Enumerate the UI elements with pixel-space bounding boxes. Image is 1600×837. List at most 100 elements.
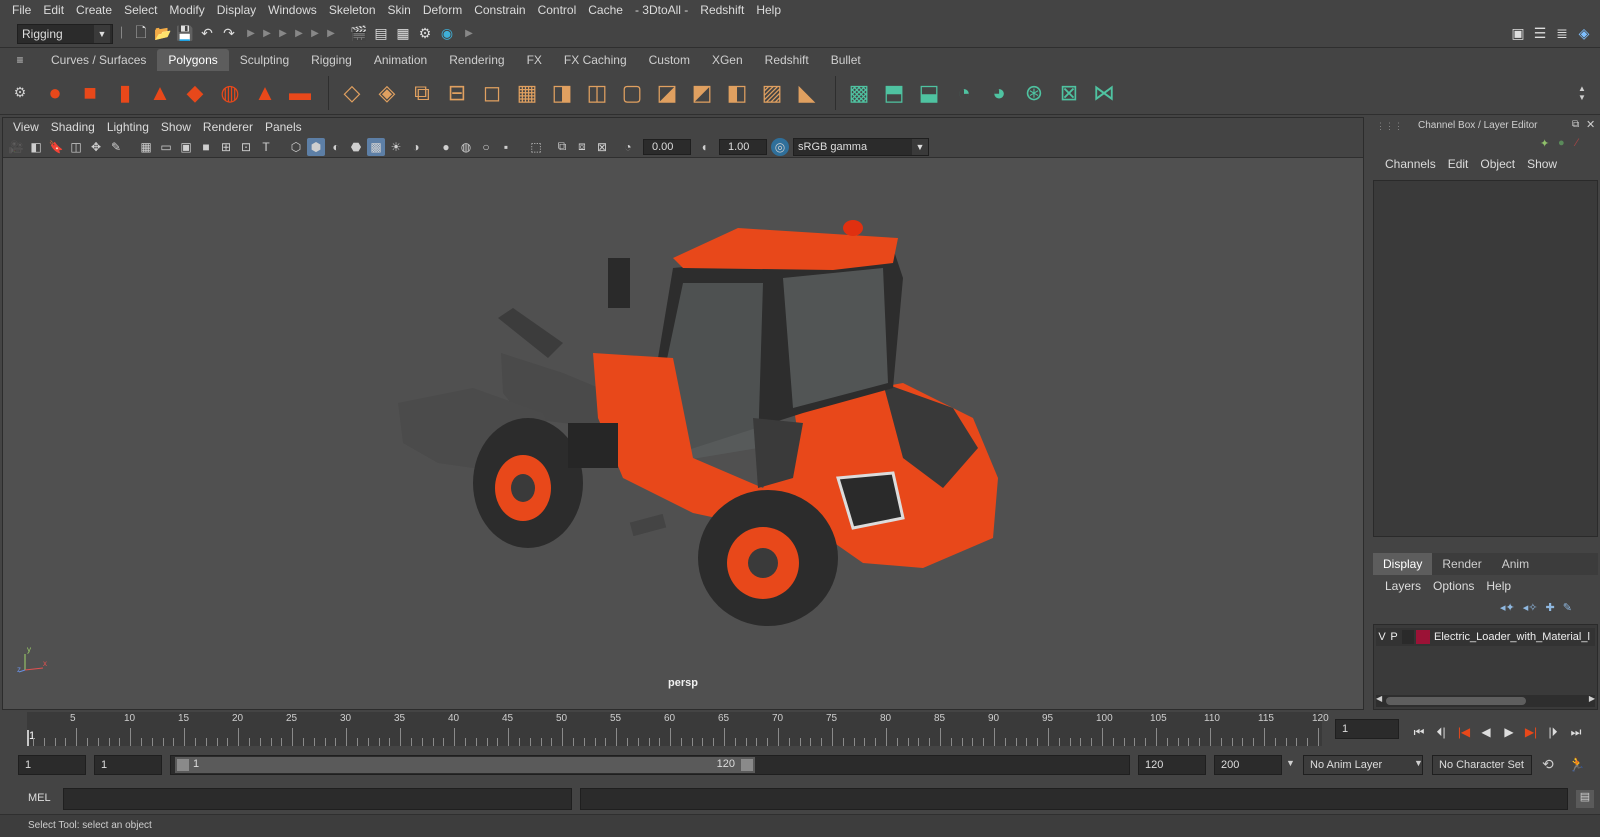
menu-edit[interactable]: Edit xyxy=(37,0,70,20)
poly-cube-icon[interactable]: ■ xyxy=(75,78,105,108)
step-back-key-icon[interactable]: |◀ xyxy=(1454,722,1474,742)
new-layer-selected-icon[interactable]: ✎ xyxy=(1563,601,1572,614)
collapse-handle-icon[interactable]: ▶ xyxy=(263,24,271,44)
move-layer-up-icon[interactable]: ◂✦ xyxy=(1500,601,1515,614)
move-layer-down-icon[interactable]: ◂✧ xyxy=(1523,601,1538,614)
layer-tab-render[interactable]: Render xyxy=(1432,553,1491,575)
render-settings-icon[interactable]: ⚙ xyxy=(415,24,435,44)
script-language-toggle[interactable]: MEL xyxy=(28,792,51,804)
shelf-tab-rigging[interactable]: Rigging xyxy=(300,49,363,71)
current-frame-field[interactable]: 1 xyxy=(1335,719,1399,739)
wireframe-on-shaded-icon[interactable]: ⬣ xyxy=(347,138,365,156)
screen-space-ao-icon[interactable]: ● xyxy=(437,138,455,156)
isolate-select-icon[interactable]: ⬚ xyxy=(527,138,545,156)
edge-loop-icon[interactable]: ◫ xyxy=(582,78,612,108)
layer-color-swatch[interactable] xyxy=(1416,630,1430,644)
depth-of-field-icon[interactable]: ▪ xyxy=(497,138,515,156)
automatic-map-icon[interactable]: ◕ xyxy=(984,78,1014,108)
collapse-handle-icon[interactable]: ▶ xyxy=(327,24,335,44)
color-management-icon[interactable]: ◎ xyxy=(771,137,789,156)
playback-start-field[interactable]: 1 xyxy=(94,755,162,775)
viewport-menu-lighting[interactable]: Lighting xyxy=(101,118,155,136)
viewport-menu-shading[interactable]: Shading xyxy=(45,118,101,136)
play-backwards-icon[interactable]: ◀ xyxy=(1476,722,1496,742)
camera-icon[interactable]: 🎥 xyxy=(7,138,25,156)
menu-3dtoall[interactable]: - 3DtoAll - xyxy=(629,0,694,20)
viewport-panel[interactable]: View Shading Lighting Show Renderer Panels 🎥 … xyxy=(2,117,1364,710)
viewport-menu-panels[interactable]: Panels xyxy=(259,118,308,136)
scene-canvas[interactable]: y x z xyxy=(3,158,1363,674)
go-to-end-icon[interactable]: ⏭ xyxy=(1566,722,1586,742)
shelf-tab-fx-caching[interactable]: FX Caching xyxy=(553,49,638,71)
shelf-tab-xgen[interactable]: XGen xyxy=(701,49,754,71)
go-to-start-icon[interactable]: ⏮ xyxy=(1409,722,1429,742)
time-ruler[interactable]: 1 5 10 15 20 25 30 35 40 45 50 55 60 65 70 75 80 85 90 95 1… xyxy=(27,712,1329,746)
animation-end-field[interactable]: 200 xyxy=(1214,755,1282,775)
shelf-tab-redshift[interactable]: Redshift xyxy=(754,49,820,71)
poly-torus-icon[interactable]: ◍ xyxy=(215,78,245,108)
separate-icon[interactable]: ◈ xyxy=(372,78,402,108)
layer-row[interactable]: V P Electric_Loader_with_Material_l xyxy=(1376,628,1595,646)
spherical-map-icon[interactable]: ◔ xyxy=(949,78,979,108)
render-view-icon[interactable]: 🎬 xyxy=(349,24,369,44)
step-back-frame-icon[interactable]: ⏴| xyxy=(1431,722,1451,742)
bridge-icon[interactable]: ⊟ xyxy=(442,78,472,108)
save-scene-icon[interactable]: 💾 xyxy=(175,24,195,44)
camera-attributes-icon[interactable]: ◧ xyxy=(27,138,45,156)
bevel-icon[interactable]: ◻ xyxy=(477,78,507,108)
shelf-tab-fx[interactable]: FX xyxy=(516,49,553,71)
viewport-menu-view[interactable]: View xyxy=(7,118,45,136)
exposure-field[interactable]: 0.00 xyxy=(643,138,691,155)
channel-box-menu-object[interactable]: Object xyxy=(1474,155,1521,173)
safe-title-icon[interactable]: T xyxy=(257,138,275,156)
layer-tab-display[interactable]: Display xyxy=(1373,553,1433,575)
menu-modify[interactable]: Modify xyxy=(163,0,210,20)
motion-blur-icon[interactable]: ◍ xyxy=(457,138,475,156)
colorspace-dropdown[interactable]: sRGB gamma ▼ xyxy=(793,137,929,156)
menu-deform[interactable]: Deform xyxy=(417,0,468,20)
menu-cache[interactable]: Cache xyxy=(582,0,629,20)
channel-box-menu-channels[interactable]: Channels xyxy=(1379,155,1442,173)
layer-horizontal-scrollbar[interactable]: ◀ ▶ xyxy=(1376,694,1595,707)
step-forward-frame-icon[interactable]: |⏵ xyxy=(1543,722,1563,742)
channel-box-menu-edit[interactable]: Edit xyxy=(1442,155,1475,173)
uv-editor-icon[interactable]: ▩ xyxy=(844,78,874,108)
poly-cylinder-icon[interactable]: ▮ xyxy=(110,78,140,108)
multi-cut-icon[interactable]: ▦ xyxy=(512,78,542,108)
collapse-handle-icon[interactable]: ▶ xyxy=(295,24,303,44)
menu-help[interactable]: Help xyxy=(750,0,787,20)
step-forward-key-icon[interactable]: ▶| xyxy=(1521,722,1541,742)
textured-icon[interactable]: ▩ xyxy=(367,137,385,156)
mirror-icon[interactable]: ◧ xyxy=(722,78,752,108)
channel-box-menu-show[interactable]: Show xyxy=(1521,155,1563,173)
shelf-tab-rendering[interactable]: Rendering xyxy=(438,49,515,71)
new-layer-icon[interactable]: ✚ xyxy=(1546,601,1555,614)
anti-aliasing-icon[interactable]: ○ xyxy=(477,138,495,156)
shelf-menu-icon[interactable]: ≡ xyxy=(0,49,40,71)
menu-windows[interactable]: Windows xyxy=(262,0,323,20)
shelf-scroll-icon[interactable]: ▲ ▼ xyxy=(1572,84,1592,102)
poly-pyramid-icon[interactable]: ▲ xyxy=(250,78,280,108)
grid-icon[interactable]: ▦ xyxy=(137,138,155,156)
viewport-menu-renderer[interactable]: Renderer xyxy=(197,118,259,136)
shelf-tab-custom[interactable]: Custom xyxy=(638,49,701,71)
menu-display[interactable]: Display xyxy=(211,0,262,20)
channel-box-icon[interactable]: ◈ xyxy=(1574,24,1594,44)
planar-map-icon[interactable]: ⬒ xyxy=(879,78,909,108)
anim-layer-dropdown[interactable]: No Anim Layer xyxy=(1303,755,1423,775)
poly-cone-icon[interactable]: ▲ xyxy=(145,78,175,108)
gamma-field[interactable]: 1.00 xyxy=(719,138,767,155)
animation-start-field[interactable]: 1 xyxy=(18,755,86,775)
xray-joints-icon[interactable]: ⧈ xyxy=(573,138,591,156)
float-panel-icon[interactable]: ⧉ xyxy=(1572,119,1579,130)
ipr-render-icon[interactable]: ▦ xyxy=(393,24,413,44)
cylindrical-map-icon[interactable]: ⬓ xyxy=(914,78,944,108)
scroll-left-icon[interactable]: ◀ xyxy=(1376,694,1382,703)
attribute-editor-icon[interactable]: ☰ xyxy=(1530,24,1550,44)
layer-menu-layers[interactable]: Layers xyxy=(1379,579,1427,593)
range-bar[interactable]: 1 120 xyxy=(175,757,755,773)
merge-icon[interactable]: ▢ xyxy=(617,78,647,108)
open-scene-icon[interactable]: 📂 xyxy=(153,24,173,44)
poly-pipe-icon[interactable]: ▬ xyxy=(285,78,315,108)
unfold-icon[interactable]: ⊛ xyxy=(1019,78,1049,108)
